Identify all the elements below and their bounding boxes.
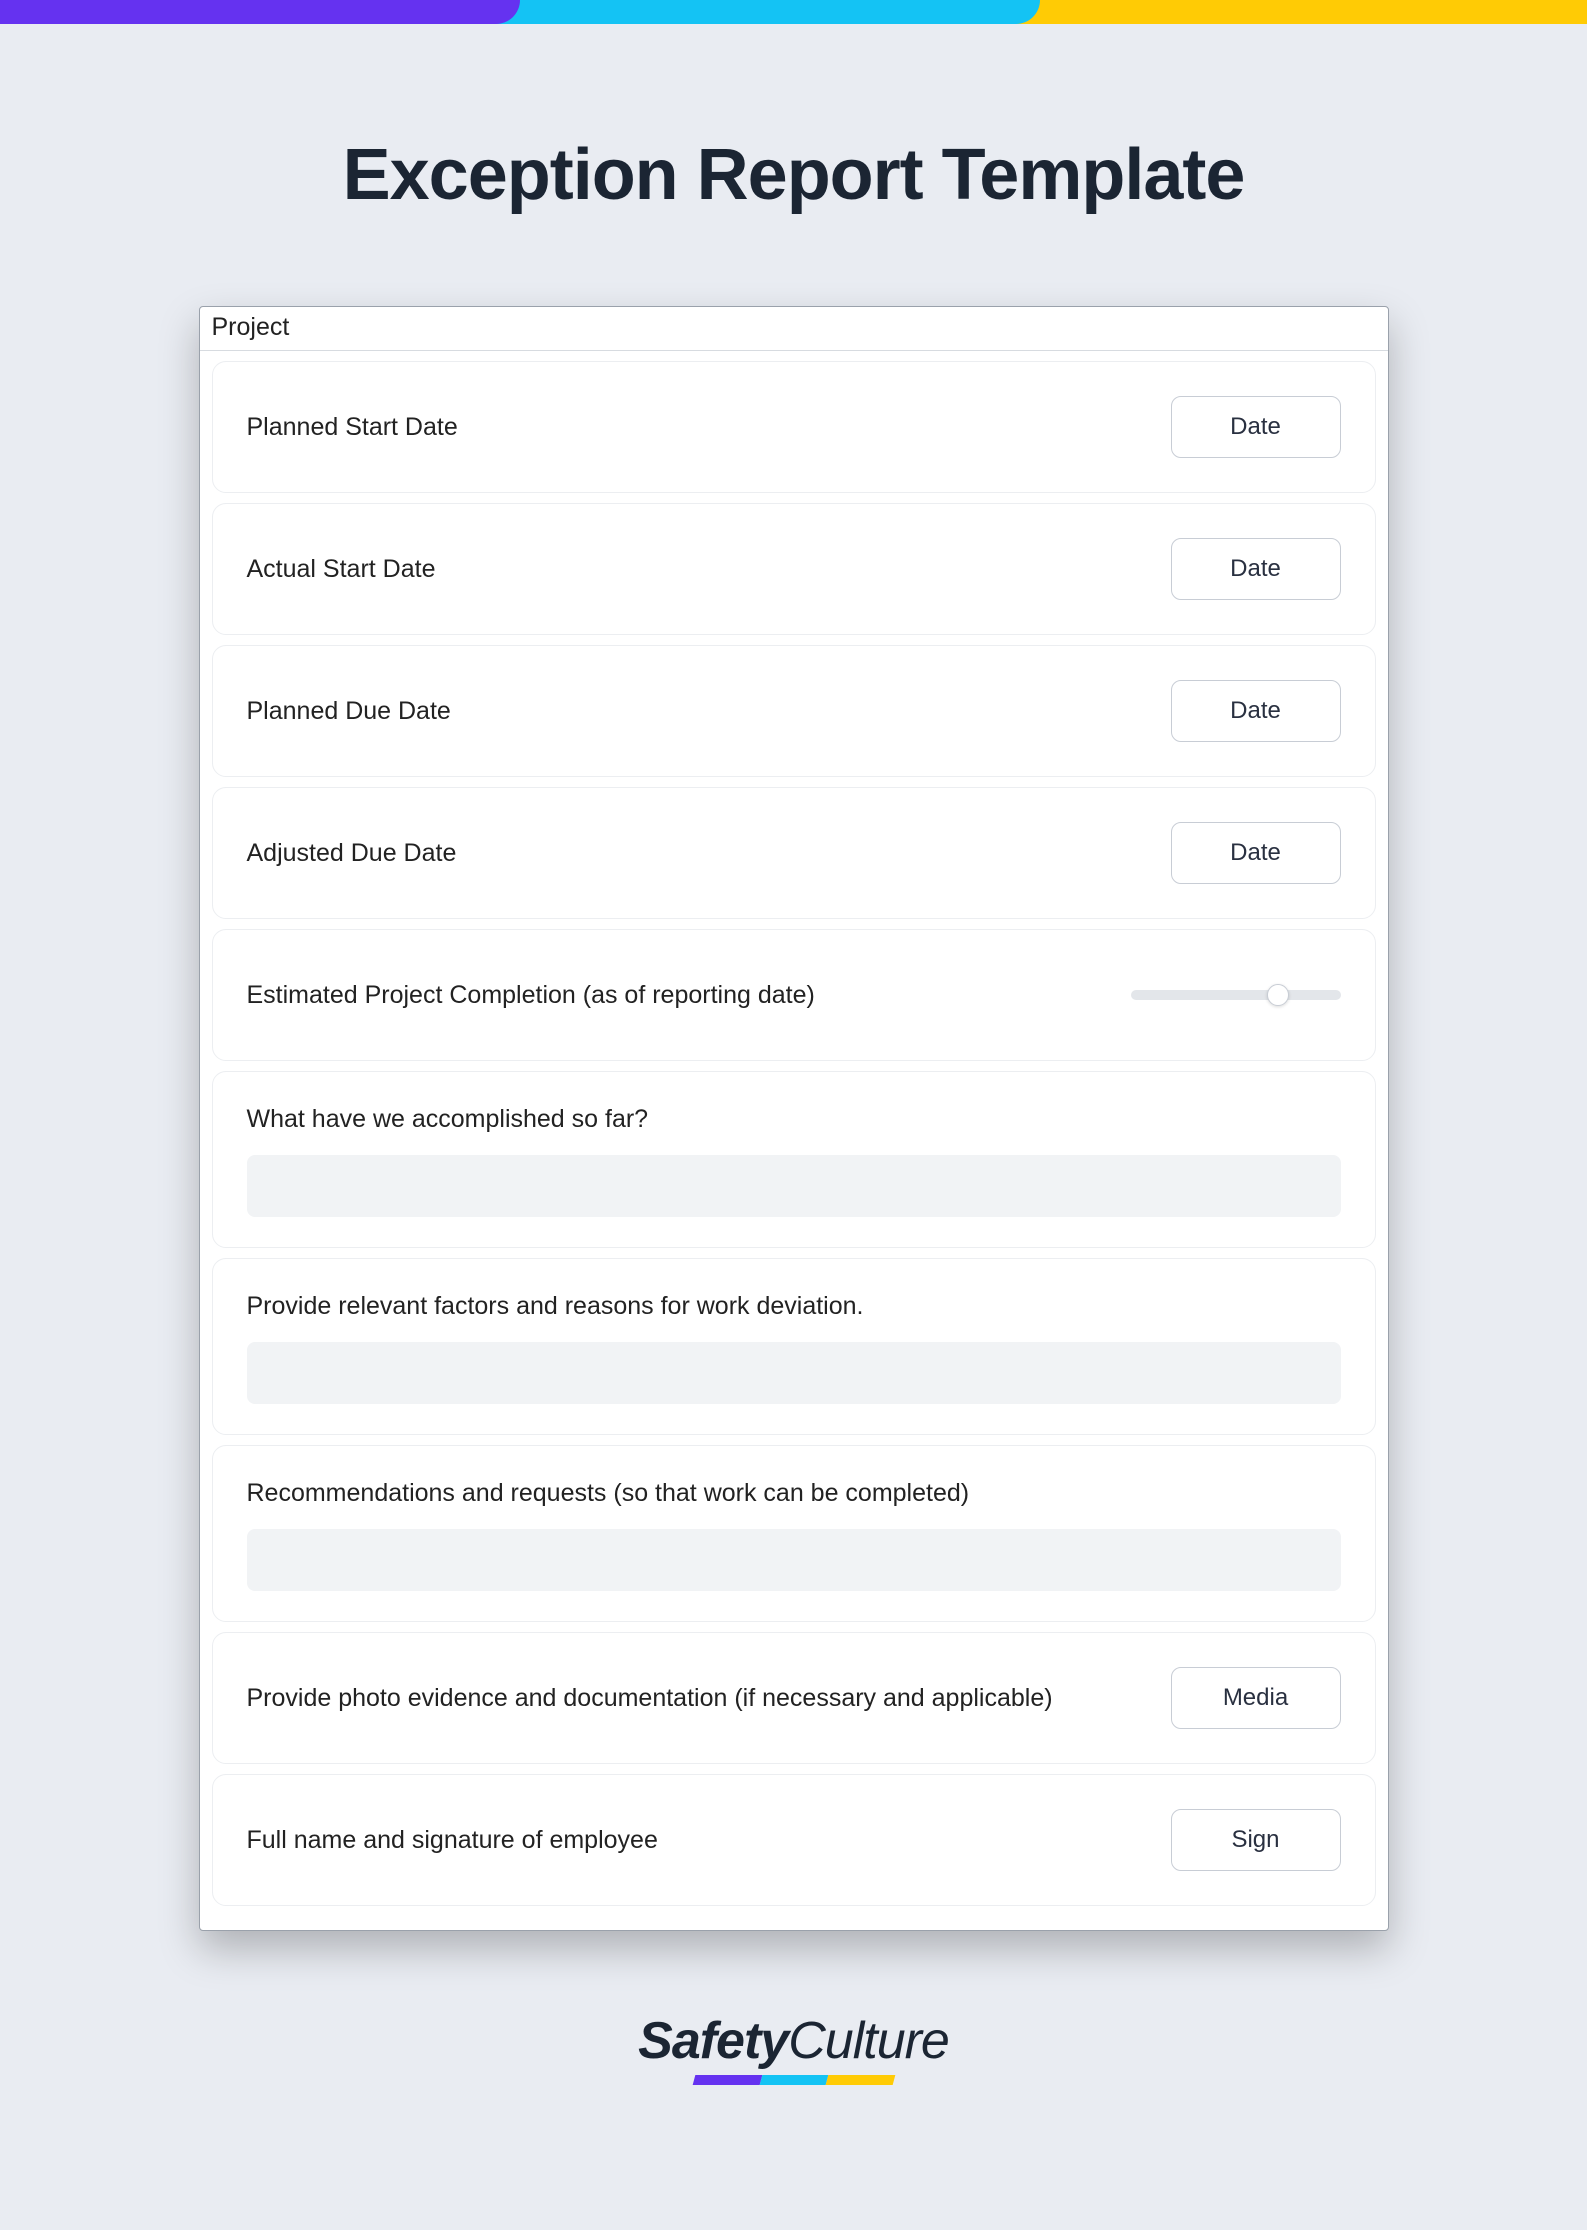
footer-logo: SafetyCulture	[0, 2011, 1587, 2085]
field-adjusted-due: Adjusted Due Date Date	[212, 787, 1376, 919]
text-input[interactable]	[247, 1342, 1341, 1404]
field-recommendations: Recommendations and requests (so that wo…	[212, 1445, 1376, 1622]
field-label: Planned Start Date	[247, 410, 478, 445]
date-button[interactable]: Date	[1171, 396, 1341, 458]
logo-text: SafetyCulture	[638, 2011, 949, 2071]
text-input[interactable]	[247, 1155, 1341, 1217]
field-evidence: Provide photo evidence and documentation…	[212, 1632, 1376, 1764]
logo-bold: Safety	[638, 2012, 788, 2070]
field-label: Actual Start Date	[247, 552, 456, 587]
bar-purple	[0, 0, 520, 24]
media-button[interactable]: Media	[1171, 1667, 1341, 1729]
field-completion: Estimated Project Completion (as of repo…	[212, 929, 1376, 1061]
slider-track	[1131, 990, 1341, 1000]
slider-thumb[interactable]	[1267, 984, 1289, 1006]
date-button[interactable]: Date	[1171, 822, 1341, 884]
field-deviation: Provide relevant factors and reasons for…	[212, 1258, 1376, 1435]
field-accomplished: What have we accomplished so far?	[212, 1071, 1376, 1248]
completion-slider[interactable]	[1131, 990, 1341, 1000]
logo-thin: Culture	[788, 2012, 949, 2070]
underline-purple	[692, 2075, 761, 2085]
field-planned-start: Planned Start Date Date	[212, 361, 1376, 493]
field-label: Estimated Project Completion (as of repo…	[247, 978, 835, 1013]
field-label: Recommendations and requests (so that wo…	[247, 1476, 1341, 1511]
field-signature: Full name and signature of employee Sign	[212, 1774, 1376, 1906]
section-header: Project	[200, 307, 1388, 351]
text-input[interactable]	[247, 1529, 1341, 1591]
field-planned-due: Planned Due Date Date	[212, 645, 1376, 777]
field-label: Provide photo evidence and documentation…	[247, 1681, 1073, 1716]
form-panel: Project Planned Start Date Date Actual S…	[199, 306, 1389, 1931]
field-actual-start: Actual Start Date Date	[212, 503, 1376, 635]
top-color-bar	[0, 0, 1587, 24]
sign-button[interactable]: Sign	[1171, 1809, 1341, 1871]
underline-yellow	[826, 2075, 895, 2085]
logo-underline	[692, 2075, 895, 2085]
field-label: Full name and signature of employee	[247, 1823, 678, 1858]
field-label: Adjusted Due Date	[247, 836, 477, 871]
page-title: Exception Report Template	[0, 134, 1587, 216]
field-label: What have we accomplished so far?	[247, 1102, 1341, 1137]
underline-cyan	[759, 2075, 828, 2085]
date-button[interactable]: Date	[1171, 680, 1341, 742]
date-button[interactable]: Date	[1171, 538, 1341, 600]
field-label: Provide relevant factors and reasons for…	[247, 1289, 1341, 1324]
field-label: Planned Due Date	[247, 694, 471, 729]
